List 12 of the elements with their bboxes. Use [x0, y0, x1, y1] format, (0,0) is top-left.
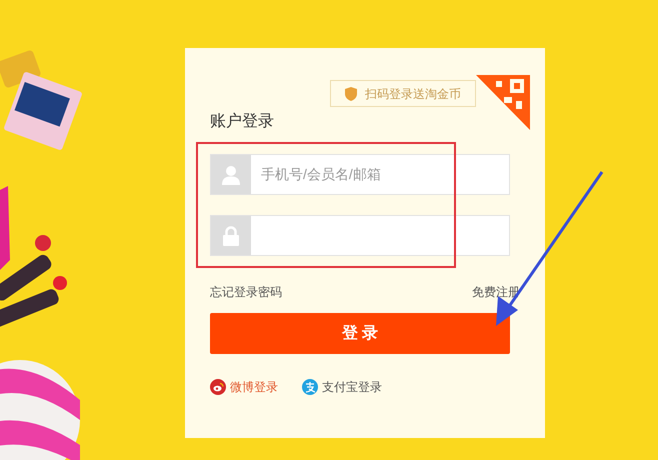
- alipay-login-link[interactable]: 支付宝登录: [302, 378, 382, 396]
- password-field[interactable]: [210, 215, 510, 256]
- login-title: 账户登录: [210, 112, 274, 132]
- user-icon: [222, 164, 240, 184]
- weibo-login-link[interactable]: 微博登录: [210, 378, 278, 396]
- username-field[interactable]: 手机号/会员名/邮箱: [210, 154, 510, 195]
- shield-icon: [345, 86, 357, 100]
- alipay-icon: [302, 379, 318, 395]
- lock-icon: [223, 226, 239, 246]
- forgot-password-link[interactable]: 忘记登录密码: [210, 283, 282, 301]
- qr-code-icon[interactable]: [476, 75, 530, 130]
- weibo-icon: [210, 379, 226, 395]
